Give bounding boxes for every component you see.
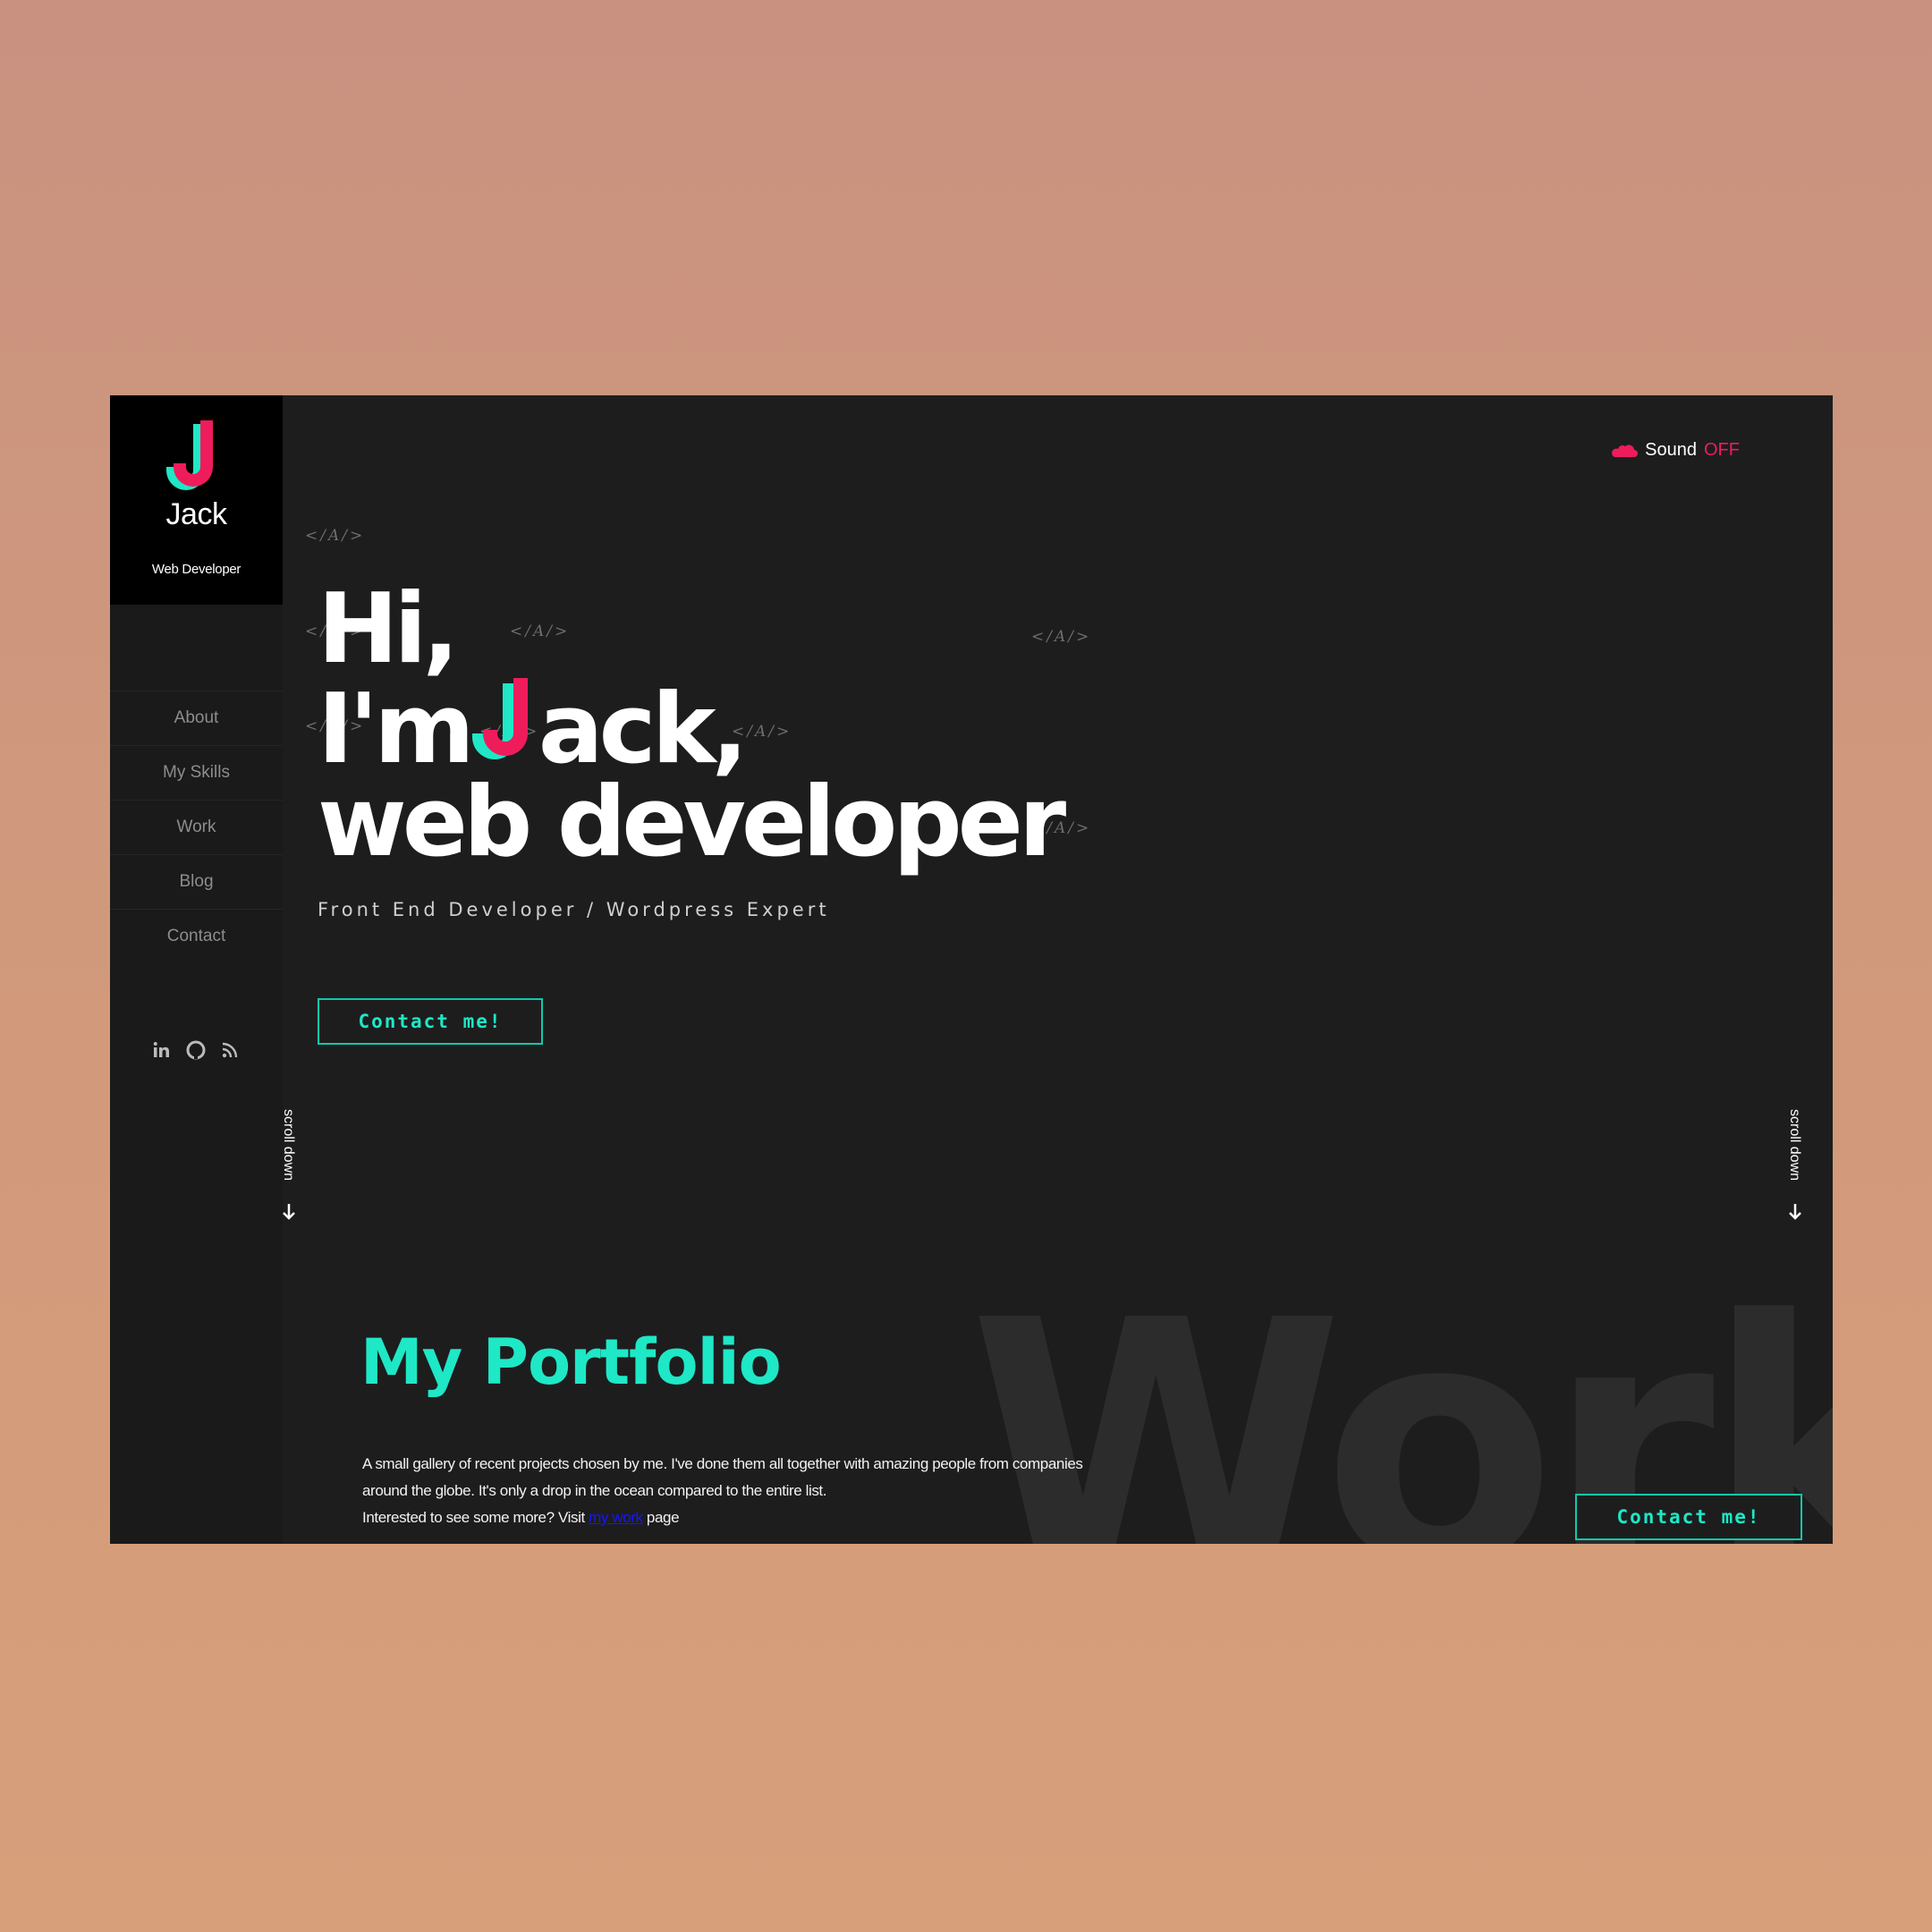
browser-viewport: Jack Web Developer About My Skills Work … — [110, 395, 1833, 1544]
hero-line-2: I'm ack, — [318, 678, 749, 778]
nav-menu: About My Skills Work Blog Contact — [110, 691, 283, 963]
logo-j-icon — [166, 420, 213, 490]
hero-line-1: Hi, — [318, 573, 459, 685]
nav-item-work[interactable]: Work — [110, 800, 283, 854]
my-work-link[interactable]: my work — [589, 1509, 643, 1526]
nav-item-blog[interactable]: Blog — [110, 854, 283, 909]
sound-toggle[interactable]: Sound OFF — [1611, 440, 1740, 461]
portfolio-description: A small gallery of recent projects chose… — [362, 1451, 1083, 1531]
rss-icon[interactable] — [219, 1039, 241, 1061]
hero-j-logo-icon — [471, 678, 528, 759]
portfolio-desc-suffix: page — [646, 1509, 680, 1526]
scroll-down-left[interactable]: scroll down — [280, 1109, 296, 1181]
arrow-down-icon — [283, 1204, 295, 1220]
brand-role: Web Developer — [151, 562, 242, 577]
sound-label: Sound — [1645, 440, 1697, 460]
hero-line-3: web developer — [318, 767, 1066, 878]
portfolio-desc-prefix: Interested to see some more? Visit — [362, 1509, 585, 1526]
hero-subtitle: Front End Developer / Wordpress Expert — [318, 899, 830, 920]
cloud-icon — [1612, 444, 1639, 457]
brand-name: Jack — [165, 497, 227, 531]
portfolio-desc-line-1: A small gallery of recent projects chose… — [362, 1455, 1083, 1472]
nav-item-contact[interactable]: Contact — [110, 909, 283, 963]
code-tag-decoration: </A/> — [1031, 628, 1092, 646]
portfolio-desc-line-3: Interested to see some more? Visit my wo… — [362, 1504, 1083, 1531]
nav-item-about[interactable]: About — [110, 691, 283, 745]
portfolio-desc-line-2: around the globe. It's only a drop in th… — [362, 1482, 827, 1499]
logo[interactable]: Jack Web Developer — [110, 395, 283, 605]
sound-state: OFF — [1704, 440, 1740, 460]
sidebar: Jack Web Developer About My Skills Work … — [110, 395, 283, 1544]
arrow-down-icon — [1789, 1204, 1801, 1220]
social-links — [151, 1039, 250, 1064]
code-tag-decoration: </A/> — [305, 527, 366, 545]
contact-button-fixed[interactable]: Contact me! — [1575, 1494, 1802, 1540]
portfolio-title: My Portfolio — [360, 1326, 782, 1399]
contact-button[interactable]: Contact me! — [318, 998, 543, 1045]
code-tag-decoration: </A/> — [510, 623, 571, 640]
github-icon[interactable] — [185, 1039, 207, 1061]
nav-item-my-skills[interactable]: My Skills — [110, 745, 283, 800]
scroll-down-right[interactable]: scroll down — [1786, 1109, 1802, 1181]
linkedin-icon[interactable] — [151, 1039, 173, 1061]
